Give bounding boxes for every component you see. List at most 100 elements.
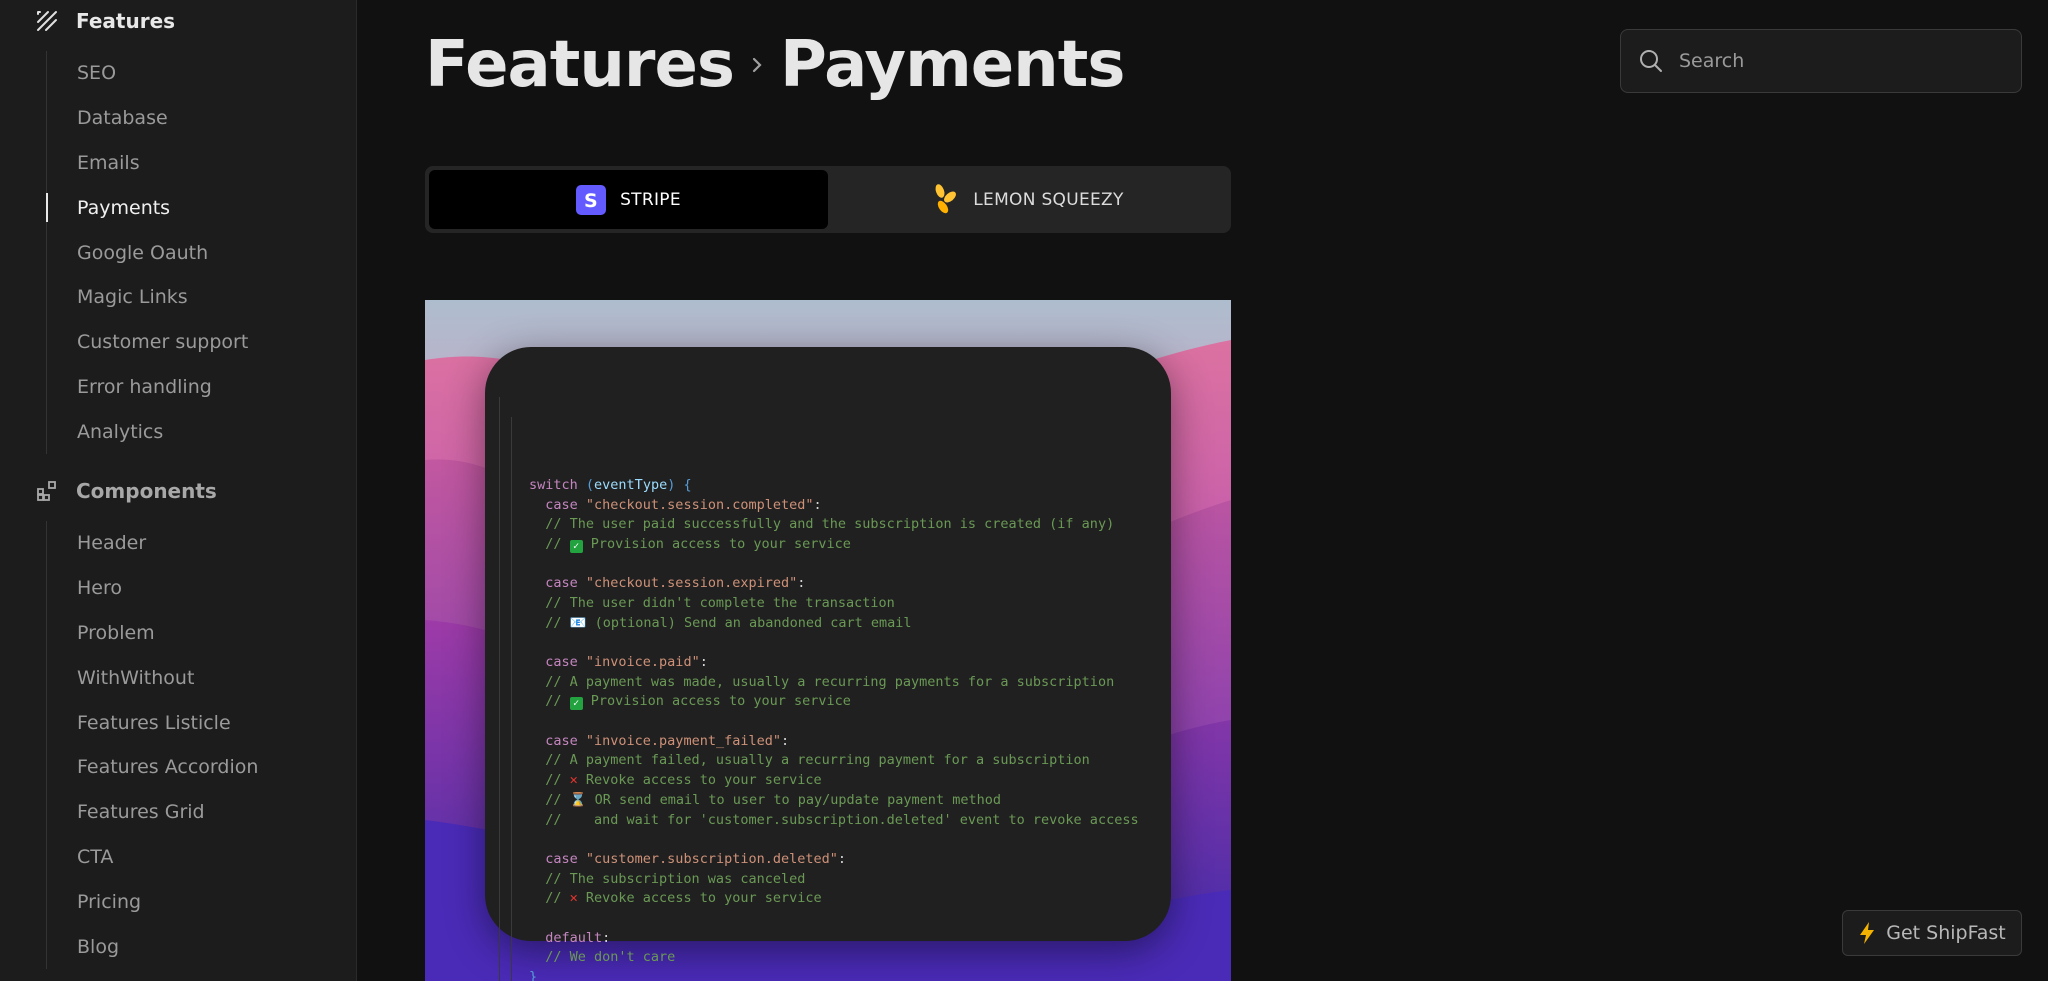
code-token: // 📧 (optional) Send an abandoned cart e… (529, 614, 912, 631)
breadcrumb-current: Payments (779, 28, 1125, 102)
code-line: // A payment was made, usually a recurri… (529, 673, 1139, 693)
sidebar-item-header[interactable]: Header (47, 521, 347, 566)
code-line: // The user didn't complete the transact… (529, 594, 1139, 614)
code-line: case "invoice.paid": (529, 653, 1139, 673)
code-token: switch (529, 476, 586, 493)
components-nav-list: Header Hero Problem WithWithout Features Lis… (46, 521, 347, 969)
code-token: // A payment failed, usually a recurring… (529, 752, 1090, 769)
code-line: // The user paid successfully and the su… (529, 515, 1139, 535)
code-line: // ✓ Provision access to your service (529, 535, 1139, 555)
sidebar-item-features-listicle[interactable]: Features Listicle (47, 700, 347, 745)
code-token: : (797, 575, 806, 592)
features-nav-list: SEO Database Emails Payments Google Oauth Mag… (46, 51, 347, 455)
code-line: case "checkout.session.expired": (529, 574, 1139, 594)
code-token: : (780, 732, 790, 749)
sidebar-item-seo[interactable]: SEO (47, 51, 347, 96)
lightning-bolt-icon (1858, 921, 1876, 945)
sidebar-item-customer-support[interactable]: Customer support (47, 320, 347, 365)
code-line: // ✓ Provision access to your service (529, 692, 1139, 712)
code-token: // (529, 772, 570, 789)
code-token: // A payment was made, usually a recurri… (529, 673, 1115, 690)
sidebar-section-components[interactable]: Components (34, 476, 217, 506)
sidebar: Features SEO Database Emails Payments Google… (0, 0, 357, 981)
cross-mark-icon: ✕ (569, 890, 578, 907)
code-token: eventType (594, 476, 668, 493)
sidebar-item-withwithout[interactable]: WithWithout (47, 655, 347, 700)
sidebar-item-problem[interactable]: Problem (47, 611, 347, 656)
code-token: "customer.subscription.deleted" (585, 850, 838, 867)
tab-lemon-squeezy[interactable]: LEMON SQUEEZY (828, 170, 1227, 229)
sidebar-section-features[interactable]: Features (34, 6, 175, 36)
code-line: default: (529, 929, 1139, 949)
code-token: // The subscription was canceled (529, 870, 806, 887)
sidebar-item-pricing[interactable]: Pricing (47, 879, 347, 924)
code-token: default (529, 929, 603, 946)
code-line: // The subscription was canceled (529, 870, 1139, 890)
code-line: // We don't care (529, 948, 1139, 968)
code-token: case (529, 850, 586, 867)
code-token: ( (585, 476, 595, 493)
get-shipfast-button[interactable]: Get ShipFast (1842, 910, 2022, 956)
sidebar-item-database[interactable]: Database (47, 96, 347, 141)
code-token: Provision access to your service (582, 535, 851, 552)
code-token: Revoke access to your service (577, 772, 822, 789)
tab-stripe[interactable]: S STRIPE (429, 170, 828, 229)
chevron-right-icon (750, 48, 764, 83)
code-token: } (529, 969, 538, 981)
search-input[interactable] (1677, 49, 1981, 73)
code-token: // (529, 693, 570, 710)
code-token: case (529, 654, 586, 670)
code-line: // A payment failed, usually a recurring… (529, 751, 1139, 771)
code-token: // The user paid successfully and the su… (529, 516, 1115, 533)
sidebar-item-error-handling[interactable]: Error handling (47, 365, 347, 410)
code-line: case "customer.subscription.deleted": (529, 850, 1139, 870)
code-token: case (529, 496, 586, 513)
code-token: Revoke access to your service (577, 890, 822, 907)
code-token: // We don't care (529, 949, 676, 966)
payment-provider-tabs: S STRIPE LEMON SQUEEZY (425, 166, 1231, 233)
sidebar-item-emails[interactable]: Emails (47, 141, 347, 186)
breadcrumb-parent[interactable]: Features (425, 28, 735, 102)
code-token: : (602, 929, 611, 946)
features-icon (34, 8, 60, 34)
sidebar-item-google-oauth[interactable]: Google Oauth (47, 230, 347, 275)
cross-mark-icon: ✕ (569, 772, 578, 789)
search-icon (1637, 47, 1665, 75)
code-token: : (837, 850, 847, 867)
code-token: { (675, 476, 692, 493)
code-token: case (529, 732, 586, 749)
code-line: // ✕ Revoke access to your service (529, 771, 1139, 791)
page-title: Features Payments (425, 22, 1125, 108)
code-line: // ⌛ OR send email to user to pay/update… (529, 791, 1139, 811)
code-token: : (699, 654, 708, 670)
sidebar-item-features-accordion[interactable]: Features Accordion (47, 745, 347, 790)
sidebar-item-payments[interactable]: Payments (46, 185, 347, 230)
sidebar-section-label: Features (76, 9, 176, 33)
code-card: switch (eventType) { case "checkout.sess… (485, 347, 1171, 981)
search-box[interactable] (1620, 29, 2022, 93)
code-line: } (529, 968, 1139, 981)
code-line: switch (eventType) { (529, 476, 1139, 496)
code-line: // 📧 (optional) Send an abandoned cart e… (529, 614, 1139, 634)
code-token: : (813, 496, 822, 513)
sidebar-item-magic-links[interactable]: Magic Links (47, 275, 347, 320)
svg-text:S: S (584, 190, 598, 212)
code-line: case "checkout.session.completed": (529, 496, 1139, 516)
sidebar-item-hero[interactable]: Hero (47, 566, 347, 611)
code-line: case "invoice.payment_failed": (529, 732, 1139, 752)
sidebar-item-cta[interactable]: CTA (47, 835, 347, 880)
sidebar-item-blog[interactable]: Blog (47, 924, 347, 969)
check-mark-icon: ✓ (569, 697, 583, 711)
tab-label: LEMON SQUEEZY (973, 189, 1124, 210)
cta-label: Get ShipFast (1886, 922, 2006, 944)
code-token: "checkout.session.expired" (585, 575, 798, 592)
tab-label: STRIPE (620, 189, 681, 210)
code-token: "invoice.payment_failed" (585, 732, 781, 749)
code-token: "invoice.paid" (585, 654, 700, 670)
sidebar-item-features-grid[interactable]: Features Grid (47, 790, 347, 835)
sidebar-item-analytics[interactable]: Analytics (47, 409, 347, 454)
